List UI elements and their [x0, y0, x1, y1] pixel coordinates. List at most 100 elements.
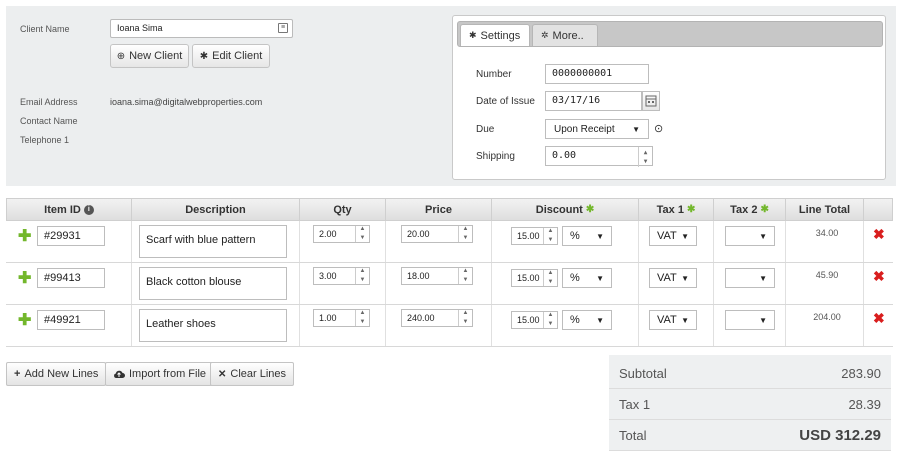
qty-input[interactable]: 1.00 ▲ ▼ — [313, 309, 370, 327]
line-total: 34.00 — [815, 228, 839, 238]
subtotal-label: Subtotal — [619, 365, 667, 381]
caret-down-icon: ▼ — [596, 315, 604, 325]
close-icon: ✕ — [218, 368, 227, 380]
cloud-upload-icon — [114, 370, 125, 378]
tax1-select[interactable]: VAT ▼ — [649, 268, 697, 288]
grand-total-label: Total — [619, 427, 647, 443]
tax1-value: VAT — [657, 272, 677, 284]
th-tax2-label: Tax 2 — [730, 203, 758, 216]
discount-type-select[interactable]: % ▼ — [562, 310, 612, 330]
item-id-input[interactable]: #49921 — [37, 310, 105, 330]
gear-icon[interactable]: ✱ — [760, 204, 768, 215]
tab-settings[interactable]: ✱ Settings — [460, 24, 530, 46]
qty-value: 3.00 — [319, 271, 337, 281]
description-input[interactable]: Leather shoes — [139, 309, 287, 342]
delete-line-icon[interactable]: ✖ — [873, 310, 885, 327]
shipping-value: 0.00 — [552, 150, 577, 161]
delete-line-icon[interactable]: ✖ — [873, 268, 885, 285]
description-input[interactable]: Scarf with blue pattern — [139, 225, 287, 258]
discount-type-value: % — [570, 230, 580, 242]
th-line-total: Line Total — [786, 199, 864, 220]
discount-spinner[interactable]: ▲ ▼ — [543, 228, 557, 244]
th-description: Description — [132, 199, 300, 220]
shipping-spinner[interactable]: ▲ ▼ — [638, 147, 652, 167]
client-name-label: Client Name — [20, 24, 70, 34]
add-line-icon[interactable]: ✚ — [18, 268, 31, 288]
due-select[interactable]: Upon Receipt ▼ — [545, 119, 649, 139]
client-name-value: Ioana Sima — [117, 23, 163, 33]
gear-icon[interactable]: ✱ — [687, 204, 695, 215]
new-client-button[interactable]: ⊕ New Client — [110, 44, 189, 68]
price-spinner[interactable]: ▲ ▼ — [458, 268, 472, 284]
tax1-select[interactable]: VAT ▼ — [649, 226, 697, 246]
th-item-id-label: Item ID — [44, 203, 81, 216]
tax1-select[interactable]: VAT ▼ — [649, 310, 697, 330]
caret-down-icon: ▼ — [681, 231, 689, 241]
discount-value: 15.00 — [517, 315, 540, 325]
tax1-value: VAT — [657, 230, 677, 242]
discount-input[interactable]: 15.00 ▲ ▼ — [511, 311, 558, 329]
discount-input[interactable]: 15.00 ▲ ▼ — [511, 227, 558, 245]
clock-icon[interactable]: ⊙ — [654, 122, 663, 135]
new-client-label: New Client — [129, 50, 183, 62]
calendar-button[interactable] — [642, 91, 660, 111]
qty-spinner[interactable]: ▲ ▼ — [355, 226, 369, 242]
telephone-label: Telephone 1 — [20, 135, 70, 145]
caret-down-icon: ▼ — [632, 124, 640, 134]
discount-spinner[interactable]: ▲ ▼ — [543, 312, 557, 328]
add-line-icon[interactable]: ✚ — [18, 310, 31, 330]
price-spinner[interactable]: ▲ ▼ — [458, 226, 472, 242]
price-spinner[interactable]: ▲ ▼ — [458, 310, 472, 326]
date-of-issue-label: Date of Issue — [476, 96, 535, 107]
item-id-input[interactable]: #29931 — [37, 226, 105, 246]
due-label: Due — [476, 124, 495, 135]
qty-input[interactable]: 2.00 ▲ ▼ — [313, 225, 370, 243]
gears-icon: ✲ — [541, 30, 549, 40]
price-input[interactable]: 18.00 ▲ ▼ — [401, 267, 473, 285]
plus-icon: + — [14, 368, 21, 380]
th-price: Price — [386, 199, 492, 220]
shipping-input[interactable]: 0.00 ▲ ▼ — [545, 146, 653, 167]
price-input[interactable]: 240.00 ▲ ▼ — [401, 309, 473, 327]
th-discount: Discount ✱ — [492, 199, 639, 220]
email-label: Email Address — [20, 97, 78, 107]
info-icon[interactable]: i — [83, 204, 94, 215]
number-label: Number — [476, 69, 512, 80]
th-tax1: Tax 1 ✱ — [639, 199, 714, 220]
invoice-number-input[interactable]: 0000000001 — [545, 64, 649, 84]
tax2-select[interactable]: ▼ — [725, 310, 775, 330]
qty-spinner[interactable]: ▲ ▼ — [355, 310, 369, 326]
line-total: 204.00 — [813, 312, 841, 322]
import-from-file-button[interactable]: Import from File — [105, 362, 215, 386]
edit-client-label: Edit Client — [212, 50, 263, 62]
add-line-icon[interactable]: ✚ — [18, 226, 31, 246]
tab-more-label: More.. — [552, 29, 584, 42]
item-id-input[interactable]: #99413 — [37, 268, 105, 288]
tax1-total-label: Tax 1 — [619, 396, 651, 412]
clear-lines-button[interactable]: ✕ Clear Lines — [210, 362, 295, 386]
discount-type-select[interactable]: % ▼ — [562, 226, 612, 246]
contact-name-label: Contact Name — [20, 116, 78, 126]
description-input[interactable]: Black cotton blouse — [139, 267, 287, 300]
tab-more[interactable]: ✲ More.. — [532, 24, 598, 46]
tax2-select[interactable]: ▼ — [725, 226, 775, 246]
qty-input[interactable]: 3.00 ▲ ▼ — [313, 267, 370, 285]
qty-spinner[interactable]: ▲ ▼ — [355, 268, 369, 284]
subtotal-value: 283.90 — [841, 365, 881, 381]
gear-icon[interactable]: ✱ — [586, 204, 594, 215]
discount-input[interactable]: 15.00 ▲ ▼ — [511, 269, 558, 287]
tax2-select[interactable]: ▼ — [725, 268, 775, 288]
discount-type-select[interactable]: % ▼ — [562, 268, 612, 288]
shipping-label: Shipping — [476, 151, 515, 162]
date-of-issue-input[interactable]: 03/17/16 — [545, 91, 642, 111]
discount-spinner[interactable]: ▲ ▼ — [543, 270, 557, 286]
edit-client-button[interactable]: ✱ Edit Client — [192, 44, 270, 68]
due-value: Upon Receipt — [554, 123, 615, 135]
th-tax2: Tax 2 ✱ — [714, 199, 786, 220]
settings-tabbar: ✱ Settings ✲ More.. — [457, 21, 883, 47]
client-name-field[interactable]: Ioana Sima ≡ — [110, 19, 293, 38]
client-picker-icon[interactable]: ≡ — [278, 23, 288, 33]
delete-line-icon[interactable]: ✖ — [873, 226, 885, 243]
add-new-lines-button[interactable]: + Add New Lines — [6, 362, 107, 386]
price-input[interactable]: 20.00 ▲ ▼ — [401, 225, 473, 243]
